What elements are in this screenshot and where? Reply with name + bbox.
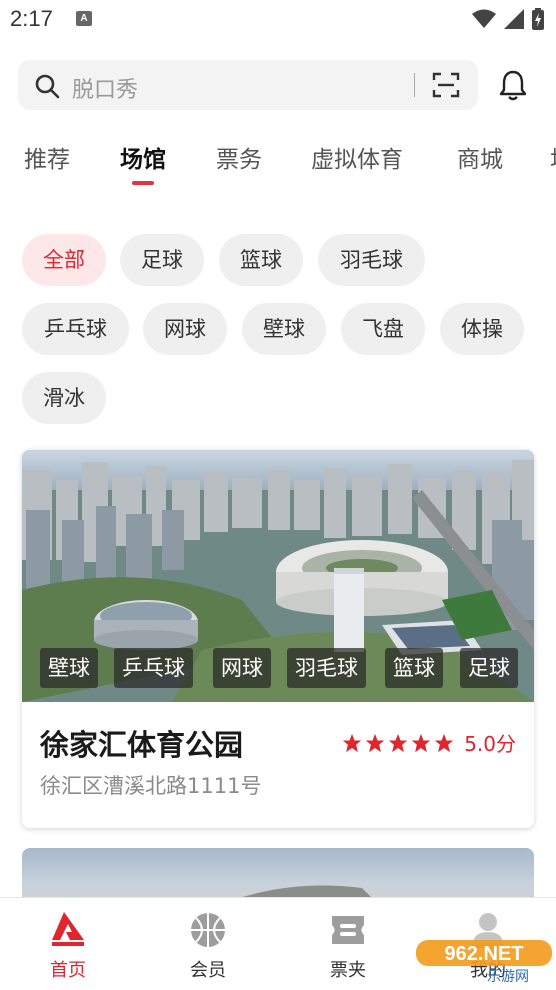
rating-stars bbox=[339, 733, 454, 753]
nav-tickets[interactable]: 票夹 bbox=[308, 910, 388, 982]
nav-home-label: 首页 bbox=[50, 960, 86, 981]
tab-more[interactable]: 场 bbox=[550, 140, 556, 174]
venue-card[interactable]: 壁球 乒乓球 网球 羽毛球 篮球 足球 徐家汇体育公园 5.0分 徐汇区漕溪北路… bbox=[22, 450, 534, 828]
tab-recommend[interactable]: 推荐 bbox=[24, 140, 70, 174]
status-bar: 2:17 A bbox=[0, 0, 556, 38]
watermark-subtext: 乐游网 bbox=[487, 969, 529, 984]
nav-membership-label: 会员 bbox=[190, 960, 226, 981]
venue-tag: 足球 bbox=[460, 648, 518, 688]
tab-venues[interactable]: 场馆 bbox=[120, 140, 166, 174]
chip-basketball[interactable]: 篮球 bbox=[219, 234, 303, 286]
signal-icon bbox=[504, 9, 524, 29]
chip-tennis[interactable]: 网球 bbox=[143, 303, 227, 355]
wifi-icon bbox=[472, 9, 496, 28]
site-watermark: 962.NET 乐游网 bbox=[416, 938, 552, 985]
star-icon bbox=[366, 733, 385, 752]
venue-tag: 网球 bbox=[213, 648, 271, 688]
home-logo-icon bbox=[52, 912, 84, 946]
chip-football[interactable]: 足球 bbox=[120, 234, 204, 286]
star-icon bbox=[412, 733, 431, 752]
bell-icon[interactable] bbox=[496, 68, 530, 102]
status-time: 2:17 bbox=[10, 6, 53, 31]
venue-photo bbox=[22, 450, 534, 702]
rating-score: 5.0分 bbox=[464, 732, 516, 756]
venue-rating: 5.0分 bbox=[339, 728, 516, 757]
basketball-icon bbox=[191, 913, 225, 947]
venue-tag: 羽毛球 bbox=[287, 648, 366, 688]
scan-icon[interactable] bbox=[432, 71, 460, 99]
tab-mall[interactable]: 商城 bbox=[457, 140, 503, 174]
chip-all[interactable]: 全部 bbox=[22, 234, 106, 286]
top-tabs: 推荐 场馆 票务 虚拟体育 商城 场 bbox=[0, 140, 556, 190]
watermark-text: 962.NET bbox=[445, 943, 524, 965]
search-icon bbox=[35, 74, 60, 99]
nav-tickets-label: 票夹 bbox=[330, 960, 366, 981]
chip-badminton[interactable]: 羽毛球 bbox=[318, 234, 425, 286]
search-bar[interactable]: 脱口秀 bbox=[18, 60, 478, 110]
search-divider bbox=[414, 73, 415, 97]
nav-home[interactable]: 首页 bbox=[28, 910, 108, 982]
chip-table-tennis[interactable]: 乒乓球 bbox=[22, 303, 129, 355]
chip-gymnastics[interactable]: 体操 bbox=[440, 303, 524, 355]
star-icon bbox=[435, 733, 454, 752]
chip-squash[interactable]: 壁球 bbox=[242, 303, 326, 355]
chip-skating[interactable]: 滑冰 bbox=[22, 372, 106, 424]
status-icons bbox=[472, 8, 544, 30]
star-icon bbox=[389, 733, 408, 752]
venue-tag: 篮球 bbox=[385, 648, 443, 688]
venue-name: 徐家汇体育公园 bbox=[40, 728, 244, 762]
battery-icon bbox=[532, 8, 544, 30]
notification-icon: A bbox=[76, 11, 92, 26]
ticket-icon bbox=[332, 916, 364, 944]
active-tab-indicator bbox=[132, 181, 154, 185]
app-screen: 2:17 A 脱口秀 推荐 场馆 票务 虚拟体育 商城 场 全 bbox=[0, 0, 556, 990]
chip-frisbee[interactable]: 飞盘 bbox=[341, 303, 425, 355]
tab-virtual-sports[interactable]: 虚拟体育 bbox=[311, 140, 403, 174]
venue-tag: 乒乓球 bbox=[114, 648, 193, 688]
venue-tag: 壁球 bbox=[40, 648, 98, 688]
search-input[interactable]: 脱口秀 bbox=[72, 72, 138, 104]
nav-membership[interactable]: 会员 bbox=[168, 910, 248, 982]
star-icon bbox=[343, 733, 362, 752]
venue-address: 徐汇区漕溪北路1111号 bbox=[40, 774, 262, 798]
tab-tickets[interactable]: 票务 bbox=[216, 140, 262, 174]
watermark-logo: 962.NET 乐游网 bbox=[416, 940, 552, 985]
